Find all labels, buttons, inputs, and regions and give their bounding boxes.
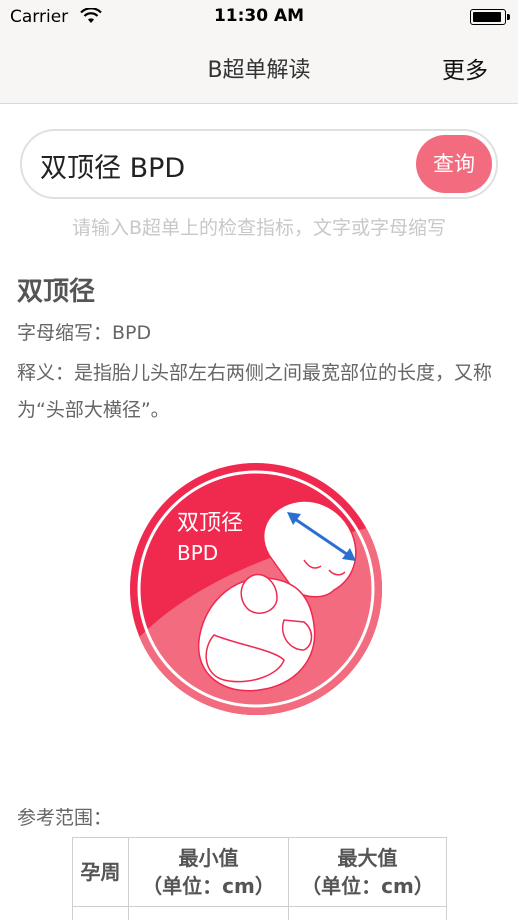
navigation-bar: B超单解读 更多 — [0, 34, 518, 104]
more-button[interactable]: 更多 — [442, 51, 488, 85]
query-button[interactable]: 查询 — [416, 135, 492, 193]
status-bar: Carrier 11:30 AM — [0, 0, 518, 34]
table-row — [72, 906, 447, 920]
table-cell — [288, 906, 447, 920]
search-bar: 查询 — [20, 129, 498, 199]
col-min-title: 最小值 — [178, 846, 239, 870]
search-input[interactable] — [40, 143, 400, 187]
table-cell — [128, 906, 289, 920]
illustration-abbr: BPD — [177, 541, 218, 565]
col-max-unit: （单位：cm） — [301, 874, 434, 898]
bpd-illustration: 双顶径 BPD — [130, 463, 382, 715]
page-title: B超单解读 — [207, 58, 311, 83]
clock: 11:30 AM — [213, 6, 305, 26]
reference-table: 孕周 最小值 （单位：cm） 最大值 （单位：cm） — [72, 837, 447, 920]
term-title: 双顶径 — [17, 277, 96, 307]
col-min-unit: （单位：cm） — [142, 874, 275, 898]
term-abbreviation: 字母缩写：BPD — [17, 322, 152, 344]
col-min: 最小值 （单位：cm） — [128, 837, 289, 907]
col-week: 孕周 — [72, 837, 129, 907]
reference-label: 参考范围： — [17, 807, 113, 829]
table-cell — [72, 906, 129, 920]
battery-icon — [470, 9, 510, 25]
search-hint: 请输入B超单上的检查指标，文字或字母缩写 — [71, 217, 447, 239]
term-definition: 释义：是指胎儿头部左右两侧之间最宽部位的长度，又称为“头部大横径”。 — [17, 362, 493, 421]
col-max: 最大值 （单位：cm） — [288, 837, 447, 907]
col-max-title: 最大值 — [337, 846, 398, 870]
table-header-row: 孕周 最小值 （单位：cm） 最大值 （单位：cm） — [72, 837, 447, 907]
illustration-label: 双顶径 — [177, 511, 243, 536]
